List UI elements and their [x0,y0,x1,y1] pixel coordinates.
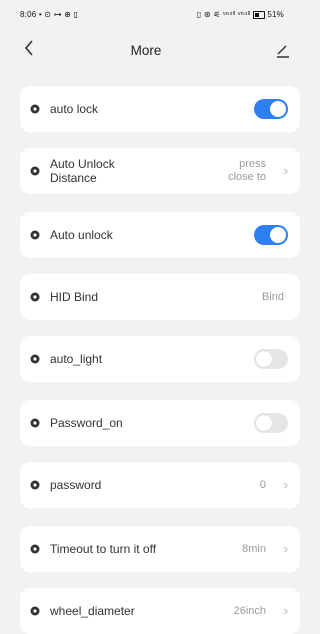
gear-icon [30,544,40,554]
header: More [0,26,292,76]
setting-label: Auto Unlock Distance [50,157,115,185]
status-bar-left: 8:06 • ⊙ ⊶ ⊕ ▯ [20,10,78,19]
setting-row-password[interactable]: password 0 › [20,462,300,508]
setting-row-auto-lock[interactable]: auto lock [20,86,300,132]
battery-icon [252,10,265,19]
chevron-right-icon: › [283,477,288,492]
setting-value-line1: press [239,158,266,170]
chevron-right-icon: › [283,603,288,618]
setting-value-line2: close to [228,171,266,183]
toggle-knob [270,101,286,117]
gear-icon [30,104,40,114]
page-title: More [130,43,162,58]
setting-row-wheel-diameter[interactable]: wheel_diameter 26inch › [20,588,300,634]
setting-row-timeout[interactable]: Timeout to turn it off 8min › [20,526,300,572]
setting-label: wheel_diameter [50,604,135,618]
setting-value: press close to [228,158,266,184]
setting-value: 8min [242,543,266,555]
status-bar: 8:06 • ⊙ ⊶ ⊕ ▯ ▯ ⊛ ⚟ ᵛᵒ⁴ˡˡ ᵛᵒ⁴ˡˡ 51% [0,0,292,26]
gear-icon [30,418,40,428]
gear-icon [30,606,40,616]
auto-unlock-toggle[interactable] [254,225,288,245]
gear-icon [30,480,40,490]
status-bar-right: ▯ ⊛ ⚟ ᵛᵒ⁴ˡˡ ᵛᵒ⁴ˡˡ 51% [197,10,284,19]
pencil-icon [277,45,289,58]
auto-light-toggle[interactable] [254,349,288,369]
notification-icons: • ⊙ ⊶ ⊕ ▯ [38,10,79,19]
hid-bind-link[interactable]: Bind [262,290,284,304]
toggle-knob [256,351,272,367]
setting-row-password-on[interactable]: Password_on [20,400,300,446]
setting-row-auto-light[interactable]: auto_light [20,336,300,382]
chevron-right-icon: › [283,163,288,178]
toggle-knob [256,415,272,431]
setting-label: Password_on [50,416,123,430]
edit-button[interactable] [276,42,290,58]
setting-value: 26inch [233,605,266,617]
gear-icon [30,292,40,302]
gear-icon [30,166,40,176]
setting-row-auto-unlock-distance[interactable]: Auto Unlock Distance press close to › [20,148,300,194]
chevron-right-icon: › [283,541,288,556]
setting-label: auto_light [50,352,103,366]
setting-label: HID Bind [50,290,99,304]
setting-label: Timeout to turn it off [50,542,157,556]
battery-level: 51% [267,10,284,19]
toggle-knob [270,227,286,243]
setting-label: auto lock [50,102,99,116]
setting-row-hid-bind[interactable]: HID Bind Bind [20,274,300,320]
setting-row-auto-unlock[interactable]: Auto unlock [20,212,300,258]
auto-lock-toggle[interactable] [254,99,288,119]
gear-icon [30,354,40,364]
gear-icon [30,230,40,240]
status-time: 8:06 [20,10,37,19]
setting-label: password [50,478,102,492]
system-icons: ▯ ⊛ ⚟ ᵛᵒ⁴ˡˡ ᵛᵒ⁴ˡˡ [196,10,251,19]
password-on-toggle[interactable] [254,413,288,433]
setting-label-line1: Auto Unlock [50,157,115,171]
setting-value: 0 [259,479,266,491]
setting-label-line2: Distance [50,171,97,185]
setting-label: Auto unlock [50,228,113,242]
